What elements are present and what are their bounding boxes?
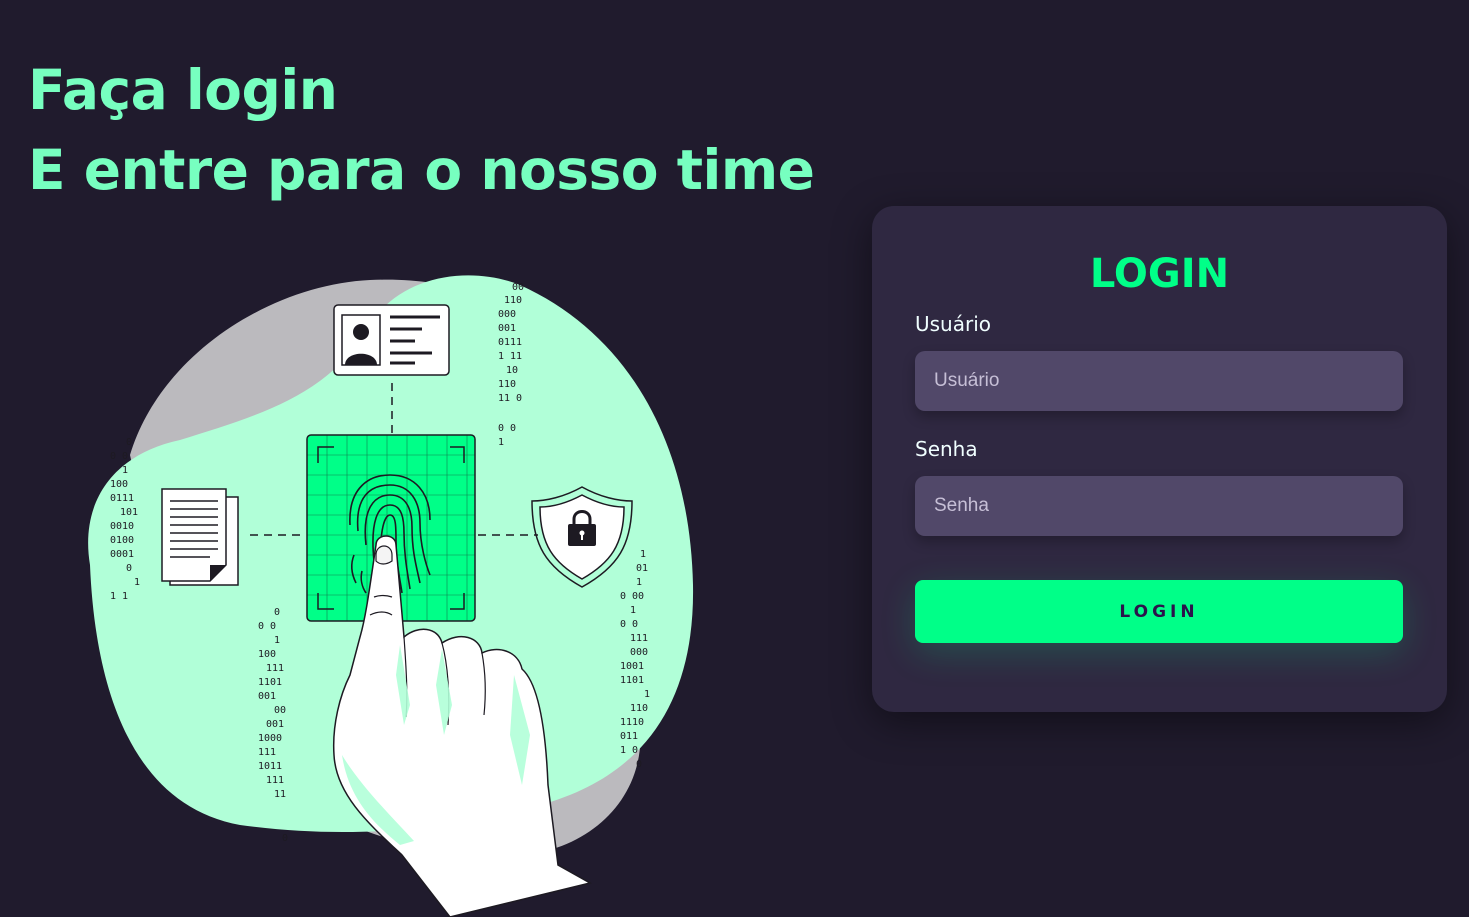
svg-text:0 0: 0 0	[498, 423, 516, 434]
svg-text:0: 0	[636, 759, 642, 770]
svg-text:1: 1	[274, 635, 280, 646]
svg-text:0: 0	[126, 437, 132, 448]
svg-text:001: 001	[258, 691, 276, 702]
svg-text:0001: 0001	[110, 549, 134, 560]
svg-text:1110: 1110	[620, 717, 644, 728]
svg-text:1: 1	[644, 689, 650, 700]
svg-text:00: 00	[274, 705, 286, 716]
svg-text:1 11: 1 11	[498, 351, 522, 362]
svg-text:0111: 0111	[110, 493, 134, 504]
login-card-title: LOGIN	[1089, 251, 1230, 297]
svg-text:1 0: 1 0	[620, 745, 638, 756]
svg-text:1: 1	[134, 577, 140, 588]
svg-text:11 0: 11 0	[498, 393, 522, 404]
svg-text:1: 1	[636, 577, 642, 588]
svg-text:0010: 0010	[110, 521, 134, 532]
svg-text:0 0: 0 0	[258, 621, 276, 632]
svg-text:00: 00	[512, 282, 524, 293]
headline-line-2: E entre para o nosso time	[28, 138, 815, 202]
fingerprint-login-illustration: 00110000 00101111 11 1011011 0 0 01 00 0…	[88, 275, 694, 917]
svg-text:0: 0	[126, 563, 132, 574]
svg-text:1: 1	[498, 437, 504, 448]
username-input[interactable]	[915, 351, 1403, 411]
svg-text:0100: 0100	[110, 535, 134, 546]
svg-text:11: 11	[274, 789, 286, 800]
svg-text:111: 111	[266, 775, 284, 786]
svg-text:001: 001	[266, 719, 284, 730]
svg-text:1 1: 1 1	[110, 591, 128, 602]
headline-line-1: Faça login	[28, 58, 338, 122]
svg-text:110: 110	[630, 703, 648, 714]
username-label: Usuário	[915, 312, 992, 336]
svg-text:1101: 1101	[258, 677, 282, 688]
svg-text:100: 100	[110, 479, 128, 490]
svg-text:111: 111	[266, 663, 284, 674]
svg-text:1000: 1000	[258, 733, 282, 744]
login-card: LOGIN Usuário Senha LOGIN	[872, 206, 1447, 712]
svg-text:1011: 1011	[258, 761, 282, 772]
svg-text:111: 111	[630, 633, 648, 644]
svg-text:0 00: 0 00	[620, 591, 644, 602]
svg-text:1101: 1101	[620, 675, 644, 686]
svg-text:110: 110	[498, 379, 516, 390]
svg-text:1: 1	[122, 465, 128, 476]
svg-text:10: 10	[506, 365, 518, 376]
document-icon	[161, 488, 239, 586]
login-button[interactable]: LOGIN	[915, 580, 1403, 643]
password-input[interactable]	[915, 476, 1403, 536]
password-label: Senha	[915, 437, 978, 461]
svg-text:1: 1	[630, 605, 636, 616]
svg-text:1001: 1001	[620, 661, 644, 672]
svg-text:001: 001	[498, 323, 516, 334]
svg-text:000: 000	[630, 647, 648, 658]
page-headline: Faça login E entre para o nosso time	[28, 50, 815, 210]
svg-text:0 0: 0 0	[620, 619, 638, 630]
svg-text:0: 0	[282, 833, 288, 844]
svg-text:0 0: 0 0	[110, 451, 128, 462]
svg-text:0111: 0111	[498, 337, 522, 348]
svg-text:110: 110	[504, 295, 522, 306]
svg-text:011: 011	[620, 731, 638, 742]
svg-text:1: 1	[640, 549, 646, 560]
svg-text:0: 0	[274, 607, 280, 618]
svg-text:000: 000	[498, 309, 516, 320]
id-card-icon	[333, 304, 450, 376]
svg-text:01: 01	[636, 563, 648, 574]
svg-text:111: 111	[258, 747, 276, 758]
svg-text:100: 100	[258, 649, 276, 660]
svg-text:101: 101	[120, 507, 138, 518]
